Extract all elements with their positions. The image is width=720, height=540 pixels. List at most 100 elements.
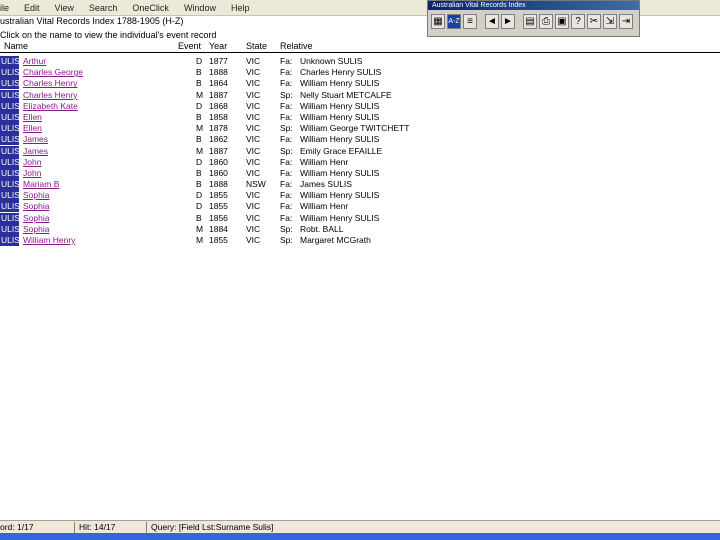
sort-az-button[interactable]: A-Z [447, 14, 461, 29]
menu-item-help[interactable]: Help [231, 3, 250, 13]
grid-view-icon[interactable]: ▦ [431, 14, 445, 29]
row-given-name-link[interactable]: Mariam B [23, 179, 59, 190]
row-given-name-link[interactable]: Charles Henry [23, 90, 77, 101]
row-surname[interactable]: ULIS [0, 134, 20, 146]
row-surname[interactable]: ULIS [0, 111, 20, 123]
arrow-right-icon[interactable]: ► [501, 14, 515, 29]
row-given-name-link[interactable]: Ellen [23, 123, 42, 134]
row-surname[interactable]: ULIS [0, 212, 20, 224]
menu-item-window[interactable]: Window [184, 3, 216, 13]
table-row[interactable]: ULIS Sophia D 1855 VIC Fa: William Henr [0, 201, 720, 213]
menu-item-edit[interactable]: Edit [24, 3, 40, 13]
row-relative-name: William Henry SULIS [300, 212, 380, 223]
save-icon[interactable]: ▣ [555, 14, 569, 29]
row-event: D [196, 201, 203, 212]
row-given-name-link[interactable]: Ellen [23, 112, 42, 123]
row-relation: Fa: [280, 56, 293, 66]
row-surname[interactable]: ULIS [0, 67, 20, 79]
row-relative-name: William Henry SULIS [300, 167, 380, 178]
row-surname[interactable]: ULIS [0, 235, 20, 246]
row-surname[interactable]: ULIS [0, 123, 20, 135]
menu-item-oneclick[interactable]: OneClick [132, 3, 169, 13]
table-row[interactable]: ULIS John D 1860 VIC Fa: William Henr [0, 156, 720, 168]
row-relative-name: William Henr [300, 156, 349, 167]
row-relation: Fa: [280, 190, 293, 201]
row-given-name-link[interactable]: Sophia [23, 190, 49, 201]
row-given-name-link[interactable]: James [23, 134, 48, 145]
row-given-name-link[interactable]: Arthur [23, 56, 46, 67]
row-relation: Sp: [280, 145, 293, 156]
table-row[interactable]: ULIS Ellen M 1878 VIC Sp: William George TWITC… [0, 123, 720, 135]
table-row[interactable]: ULIS Charles Henry M 1887 VIC Sp: Nelly Stuart… [0, 89, 720, 101]
row-surname[interactable]: ULIS [0, 179, 20, 191]
row-event: B [196, 167, 202, 178]
row-given-name-link[interactable]: William Henry [23, 235, 75, 246]
row-surname[interactable]: ULIS [0, 56, 20, 67]
tools-icon[interactable]: ✂ [587, 14, 601, 29]
exit-icon[interactable]: ⇥ [619, 14, 633, 29]
row-given-name-link[interactable]: Charles George [23, 67, 83, 78]
row-surname[interactable]: ULIS [0, 145, 20, 157]
row-given-name-link[interactable]: Elizabeth Kate [23, 101, 78, 112]
table-row[interactable]: ULIS Ellen B 1858 VIC Fa: William Henry SULIS [0, 111, 720, 123]
row-relation: Fa: [280, 201, 293, 212]
row-state: VIC [246, 190, 261, 201]
row-given-name-link[interactable]: James [23, 146, 48, 157]
row-surname[interactable]: ULIS [0, 156, 20, 168]
list-icon[interactable]: ≡ [463, 14, 477, 29]
table-row[interactable]: ULIS John B 1860 VIC Fa: William Henry SULIS [0, 167, 720, 179]
document-icon[interactable]: ▤ [523, 14, 537, 29]
row-given-name-link[interactable]: Sophia [23, 213, 49, 224]
row-surname[interactable]: ULIS [0, 89, 20, 101]
table-row[interactable]: ULIS Sophia B 1856 VIC Fa: William Henry SULIS [0, 212, 720, 224]
table-row[interactable]: ULIS Charles Henry B 1864 VIC Fa: William Henr… [0, 78, 720, 90]
row-state: VIC [246, 167, 261, 178]
row-year: 1888 [209, 179, 228, 190]
row-given-name-link[interactable]: Sophia [23, 224, 49, 235]
row-given-name-link[interactable]: Sophia [23, 201, 49, 212]
table-row[interactable]: ULIS William Henry M 1855 VIC Sp: Margaret MCG… [0, 235, 720, 246]
row-relation: Fa: [280, 179, 293, 190]
row-year: 1860 [209, 156, 228, 167]
help-icon[interactable]: ? [571, 14, 585, 29]
row-event: B [196, 67, 202, 78]
row-relation: Fa: [280, 156, 293, 167]
row-given-name-link[interactable]: Charles Henry [23, 78, 77, 89]
row-surname[interactable]: ULIS [0, 190, 20, 202]
table-row[interactable]: ULIS Sophia D 1855 VIC Fa: William Henry SULIS [0, 190, 720, 202]
column-header-year[interactable]: Year [209, 41, 227, 51]
column-header-event[interactable]: Event [178, 41, 201, 51]
row-surname[interactable]: ULIS [0, 167, 20, 179]
row-relative-name: Charles Henry SULIS [300, 67, 382, 78]
column-header-name[interactable]: Name [4, 41, 28, 51]
menu-item-search[interactable]: Search [89, 3, 118, 13]
row-given-name-link[interactable]: John [23, 157, 41, 168]
print-icon[interactable]: ⎙ [539, 14, 553, 29]
row-surname[interactable]: ULIS [0, 100, 20, 112]
export-icon[interactable]: ⇲ [603, 14, 617, 29]
table-row[interactable]: ULIS Arthur D 1877 VIC Fa: Unknown SULIS [0, 56, 720, 67]
row-state: NSW [246, 179, 266, 190]
row-state: VIC [246, 78, 261, 89]
row-year: 1855 [209, 190, 228, 201]
table-row[interactable]: ULIS Charles George B 1888 VIC Fa: Charles Hen… [0, 67, 720, 79]
row-year: 1877 [209, 56, 228, 66]
menu-item-view[interactable]: View [55, 3, 74, 13]
row-year: 1884 [209, 223, 228, 234]
table-row[interactable]: ULIS James B 1862 VIC Fa: William Henry SULIS [0, 134, 720, 146]
arrow-left-icon[interactable]: ◄ [485, 14, 499, 29]
menu-item-ile[interactable]: ile [0, 3, 9, 13]
column-header-state[interactable]: State [246, 41, 267, 51]
table-row[interactable]: ULIS James M 1887 VIC Sp: Emily Grace EFAILLE [0, 145, 720, 157]
row-relation: Fa: [280, 100, 293, 111]
row-given-name-link[interactable]: John [23, 168, 41, 179]
row-surname[interactable]: ULIS [0, 78, 20, 90]
table-row[interactable]: ULIS Sophia M 1884 VIC Sp: Robt. BALL [0, 223, 720, 235]
column-header-relative[interactable]: Relative [280, 41, 313, 51]
row-relative-name: Unknown SULIS [300, 56, 363, 66]
table-row[interactable]: ULIS Elizabeth Kate D 1868 VIC Fa: William Hen… [0, 100, 720, 112]
row-surname[interactable]: ULIS [0, 201, 20, 213]
table-row[interactable]: ULIS Mariam B B 1888 NSW Fa: James SULIS [0, 179, 720, 191]
row-surname[interactable]: ULIS [0, 223, 20, 235]
taskbar [0, 533, 720, 540]
